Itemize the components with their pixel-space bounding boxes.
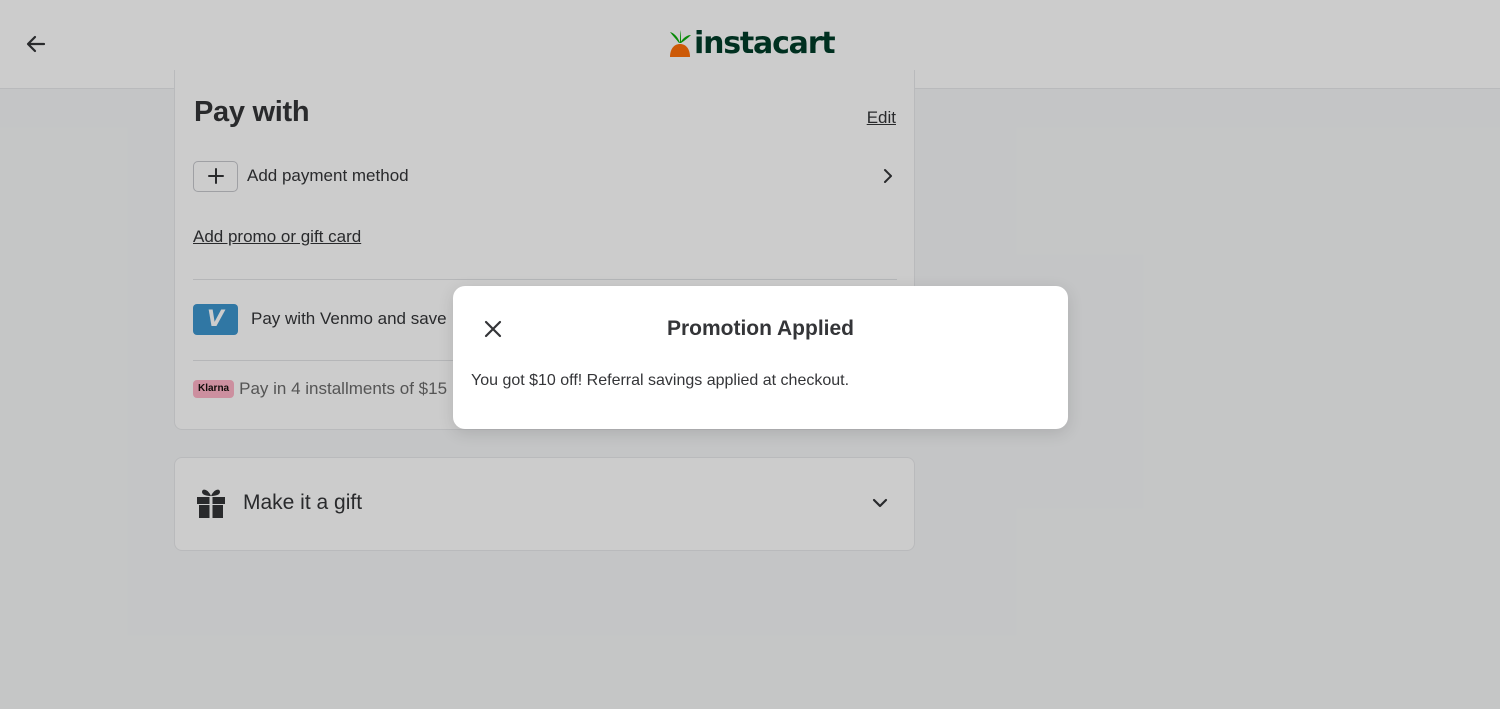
promotion-applied-modal: Promotion Applied You got $10 off! Refer… xyxy=(453,286,1068,429)
modal-message: You got $10 off! Referral savings applie… xyxy=(471,372,850,389)
modal-title: Promotion Applied xyxy=(666,317,855,340)
